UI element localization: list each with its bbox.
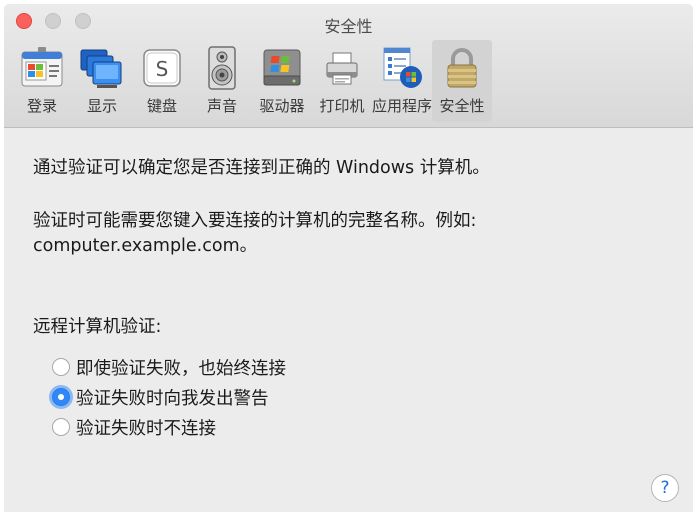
- radio-do-not-connect[interactable]: 验证失败时不连接: [52, 414, 216, 440]
- toolbar-item-label: 安全性: [439, 97, 485, 115]
- radio-always-connect[interactable]: 即使验证失败，也始终连接: [52, 354, 286, 380]
- radio-button-selected[interactable]: [52, 388, 70, 406]
- preferences-toolbar: 登录 显示 S 键盘 声音 驱动器 打印机 应用程序 安全性: [12, 40, 492, 124]
- radio-label: 验证失败时向我发出警告: [76, 388, 269, 409]
- toolbar-item-applications[interactable]: 应用程序: [372, 40, 432, 122]
- toolbar-item-login[interactable]: 登录: [12, 40, 72, 122]
- radio-button[interactable]: [52, 418, 70, 436]
- drive-icon: [259, 45, 305, 91]
- toolbar-item-security[interactable]: 安全性: [432, 40, 492, 122]
- printer-icon: [319, 45, 365, 91]
- radio-label: 验证失败时不连接: [76, 418, 216, 439]
- speaker-icon: [199, 45, 245, 91]
- toolbar-item-label: 驱动器: [259, 97, 305, 115]
- preferences-window: 安全性 登录 显示 S 键盘 声音 驱动器 打印机 应用程序 安全性 通过验证可…: [4, 4, 693, 512]
- lock-icon: [439, 45, 485, 91]
- keyboard-key-letter: S: [156, 57, 169, 81]
- radio-button[interactable]: [52, 358, 70, 376]
- toolbar-item-label: 键盘: [146, 97, 177, 115]
- radio-label: 即使验证失败，也始终连接: [76, 358, 286, 379]
- toolbar-item-label: 显示: [86, 97, 117, 115]
- applications-icon: [379, 45, 425, 91]
- keyboard-icon: S: [139, 45, 185, 91]
- toolbar-item-keyboard[interactable]: S 键盘: [132, 40, 192, 122]
- toolbar-item-display[interactable]: 显示: [72, 40, 132, 122]
- instruction-text: 验证时可能需要您键入要连接的计算机的完整名称。例如:: [33, 211, 477, 231]
- intro-text: 通过验证可以确定您是否连接到正确的 Windows 计算机。: [33, 158, 490, 178]
- security-pane: 通过验证可以确定您是否连接到正确的 Windows 计算机。 验证时可能需要您键…: [4, 128, 693, 512]
- toolbar-item-sound[interactable]: 声音: [192, 40, 252, 122]
- toolbar-item-drives[interactable]: 驱动器: [252, 40, 312, 122]
- toolbar-item-label: 声音: [206, 97, 237, 115]
- radio-warn-me[interactable]: 验证失败时向我发出警告: [52, 384, 269, 410]
- login-badge-icon: [19, 45, 65, 91]
- toolbar-item-label: 登录: [26, 97, 57, 115]
- toolbar-item-printer[interactable]: 打印机: [312, 40, 372, 122]
- example-hostname: computer.example.com。: [33, 236, 258, 256]
- verification-group-label: 远程计算机验证:: [33, 317, 162, 337]
- title-bar: 安全性 登录 显示 S 键盘 声音 驱动器 打印机 应用程序 安全性: [4, 4, 693, 128]
- display-icon: [79, 45, 125, 91]
- window-title: 安全性: [324, 17, 373, 36]
- toolbar-item-label: 打印机: [319, 97, 365, 115]
- toolbar-item-label: 应用程序: [372, 97, 433, 115]
- help-button[interactable]: ?: [651, 474, 679, 502]
